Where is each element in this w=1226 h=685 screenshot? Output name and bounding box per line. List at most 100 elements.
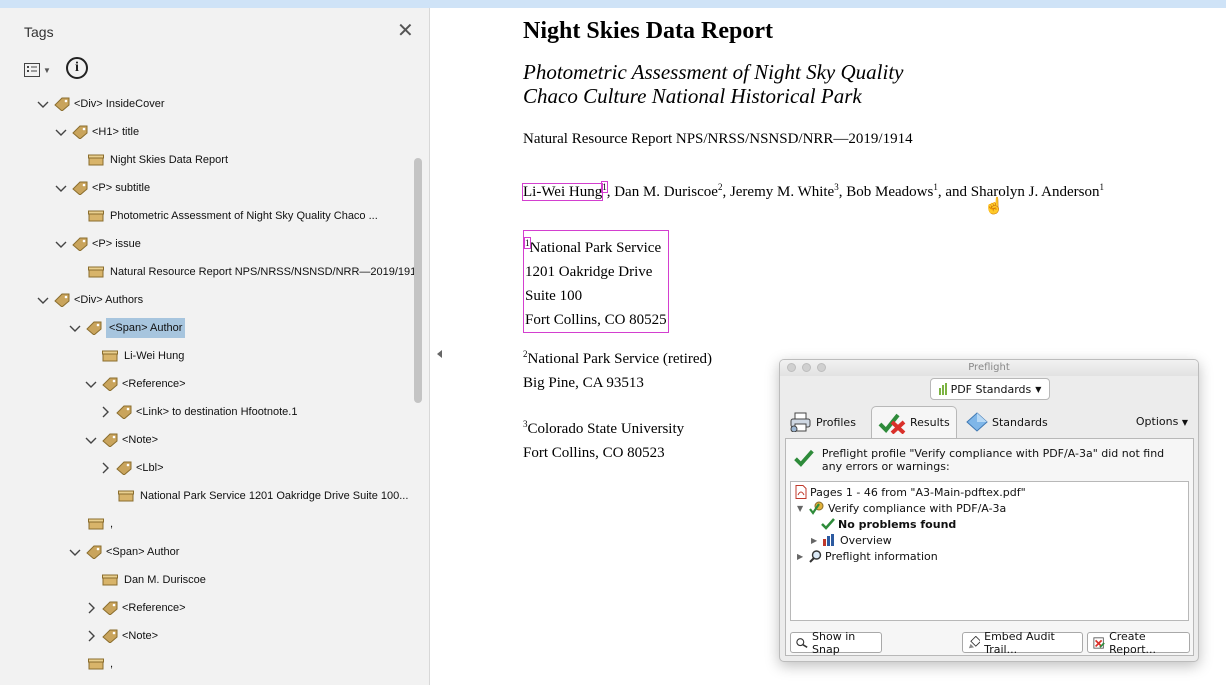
disclosure-closed-icon[interactable]: ▶ bbox=[797, 552, 806, 561]
info-icon[interactable]: i bbox=[66, 57, 88, 79]
tab-label: Standards bbox=[992, 415, 1048, 429]
create-report-button[interactable]: Create Report... bbox=[1087, 630, 1190, 656]
results-tree: Pages 1 - 46 from "A3-Main-pdftex.pdf" ▼… bbox=[790, 481, 1189, 621]
tree-row[interactable]: Li-Wei Hung bbox=[102, 344, 184, 368]
content-container-icon bbox=[88, 210, 104, 222]
tree-row[interactable]: <Link> to destination Hfootnote.1 bbox=[98, 400, 297, 424]
tree-label: <Lbl> bbox=[136, 462, 164, 474]
hand-cursor-icon: ☝ bbox=[984, 198, 1004, 215]
tab-results[interactable]: Results bbox=[871, 406, 957, 438]
tree-row[interactable]: Night Skies Data Report bbox=[88, 148, 228, 172]
tags-tree: <Div> InsideCover <H1> title Night Skies… bbox=[0, 92, 420, 685]
printer-icon bbox=[790, 412, 811, 432]
tree-row[interactable]: , bbox=[88, 652, 113, 676]
content-container-icon bbox=[88, 266, 104, 278]
results-row-label: Pages 1 - 46 from "A3-Main-pdftex.pdf" bbox=[810, 485, 1026, 499]
chevron-right-icon[interactable] bbox=[98, 405, 112, 419]
doc-title: Night Skies Data Report bbox=[523, 18, 773, 44]
tree-label: Photometric Assessment of Night Sky Qual… bbox=[110, 210, 378, 222]
chevron-down-icon[interactable] bbox=[84, 377, 98, 391]
window-top-edge bbox=[0, 0, 1226, 8]
tree-row[interactable]: Photometric Assessment of Night Sky Qual… bbox=[88, 204, 378, 228]
results-row[interactable]: Pages 1 - 46 from "A3-Main-pdftex.pdf" bbox=[795, 484, 1026, 500]
chevron-down-icon[interactable] bbox=[68, 545, 82, 559]
embed-audit-trail-button[interactable]: Embed Audit Trail... bbox=[962, 630, 1083, 656]
results-row-label: Verify compliance with PDF/A-3a bbox=[828, 501, 1007, 515]
tree-row[interactable]: <Div> Authors bbox=[36, 288, 143, 312]
chevron-down-icon[interactable] bbox=[54, 181, 68, 195]
affiliation-text: Colorado State University bbox=[527, 421, 685, 437]
chevron-right-icon[interactable] bbox=[84, 601, 98, 615]
tree-scrollbar-thumb[interactable] bbox=[414, 158, 422, 403]
tree-row[interactable]: <Note> bbox=[84, 428, 158, 452]
tree-row[interactable]: <Span> Author bbox=[68, 540, 179, 564]
content-container-icon bbox=[88, 154, 104, 166]
affiliation-line: 1201 Oakridge Drive bbox=[525, 264, 653, 280]
standards-dropdown[interactable]: PDF Standards ▼ bbox=[930, 378, 1050, 400]
tree-row-selected[interactable]: <Span> Author bbox=[68, 316, 186, 340]
content-container-icon bbox=[118, 490, 134, 502]
tree-label: <Reference> bbox=[122, 378, 186, 390]
tree-label: <Span> Author bbox=[106, 318, 186, 338]
chevron-down-icon[interactable] bbox=[36, 293, 50, 307]
chevron-down-icon[interactable] bbox=[54, 237, 68, 251]
tree-row[interactable]: <Lbl> bbox=[98, 456, 164, 480]
overview-chart-icon bbox=[823, 534, 834, 546]
chevron-right-icon[interactable] bbox=[98, 461, 112, 475]
tree-row[interactable]: <P> issue bbox=[54, 232, 141, 256]
results-row[interactable]: ▶ Preflight information bbox=[797, 548, 938, 564]
options-menu[interactable]: Options ▼ bbox=[1136, 415, 1188, 428]
tag-icon bbox=[116, 461, 132, 475]
results-row[interactable]: ▶ Overview bbox=[811, 532, 892, 548]
preflight-title: Preflight bbox=[968, 362, 1010, 373]
affiliation-3: 3Colorado State University Fort Collins,… bbox=[523, 412, 684, 465]
tree-row[interactable]: National Park Service 1201 Oakridge Driv… bbox=[118, 484, 408, 508]
content-container-icon bbox=[88, 518, 104, 530]
preflight-titlebar[interactable]: Preflight bbox=[780, 360, 1198, 376]
collapse-panel-arrow-icon[interactable] bbox=[437, 350, 442, 358]
tree-row[interactable]: <H1> title bbox=[54, 120, 139, 144]
results-row-label: Preflight information bbox=[825, 549, 938, 563]
show-in-snap-button[interactable]: Show in Snap bbox=[790, 630, 882, 656]
report-icon bbox=[1093, 636, 1105, 649]
author-name-highlighted[interactable]: Li-Wei Hung bbox=[521, 183, 604, 201]
preflight-window: Preflight PDF Standards ▼ Profiles Resul… bbox=[779, 359, 1199, 662]
tree-row[interactable]: <Div> InsideCover bbox=[36, 92, 165, 116]
author-name: Jeremy M. White bbox=[729, 184, 835, 200]
chevron-down-icon[interactable] bbox=[68, 321, 82, 335]
tab-profiles[interactable]: Profiles bbox=[790, 406, 856, 438]
chevron-right-icon[interactable] bbox=[84, 629, 98, 643]
tree-row[interactable]: , bbox=[88, 512, 113, 536]
chevron-down-icon[interactable] bbox=[36, 97, 50, 111]
chevron-down-icon: ▼ bbox=[1181, 418, 1188, 427]
tab-standards[interactable]: Standards bbox=[966, 406, 1048, 438]
tree-row[interactable]: <Reference> bbox=[84, 596, 186, 620]
content-container-icon bbox=[102, 350, 118, 362]
disclosure-open-icon[interactable]: ▼ bbox=[797, 504, 806, 513]
content-container-icon bbox=[102, 574, 118, 586]
chevron-down-icon[interactable] bbox=[54, 125, 68, 139]
results-row[interactable]: ▼ Verify compliance with PDF/A-3a bbox=[797, 500, 1006, 516]
author-footnote-ref: 1 bbox=[1099, 182, 1104, 192]
results-summary: Preflight profile "Verify compliance wit… bbox=[794, 445, 1184, 473]
stamp-icon bbox=[968, 635, 981, 648]
doc-issue: Natural Resource Report NPS/NRSS/NSNSD/N… bbox=[523, 131, 913, 147]
affiliation-1-highlighted[interactable]: 1National Park Service 1201 Oakridge Dri… bbox=[523, 230, 669, 333]
tag-icon bbox=[86, 545, 102, 559]
tree-row[interactable]: <Note> bbox=[84, 624, 158, 648]
close-icon[interactable]: ✕ bbox=[397, 18, 414, 43]
tree-row[interactable]: Natural Resource Report NPS/NRSS/NSNSD/N… bbox=[88, 260, 420, 284]
checkmark-icon bbox=[821, 518, 835, 530]
tag-icon bbox=[102, 601, 118, 615]
chevron-down-icon[interactable] bbox=[84, 433, 98, 447]
results-row[interactable]: No problems found bbox=[821, 516, 956, 532]
author-name: Dan M. Duriscoe bbox=[614, 184, 718, 200]
disclosure-closed-icon[interactable]: ▶ bbox=[811, 536, 820, 545]
tags-options-menu[interactable]: ▼ bbox=[24, 60, 64, 80]
tree-row[interactable]: <Reference> bbox=[84, 372, 186, 396]
tree-row[interactable]: Dan M. Duriscoe bbox=[102, 568, 206, 592]
affiliation-line: 2National Park Service (retired) bbox=[523, 342, 712, 371]
tree-row[interactable]: <P> subtitle bbox=[54, 176, 150, 200]
tree-label: , bbox=[110, 518, 114, 530]
standards-bars-icon bbox=[938, 383, 947, 395]
